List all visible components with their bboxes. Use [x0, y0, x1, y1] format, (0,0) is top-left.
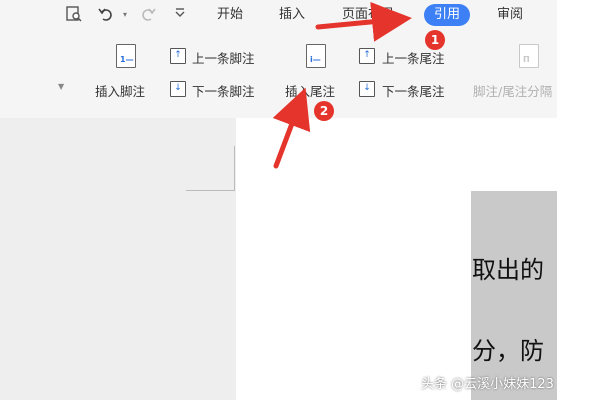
tab-references[interactable]: 引用 [424, 4, 471, 26]
undo-dropdown-icon[interactable]: ▾ [115, 5, 135, 25]
undo-icon[interactable] [96, 5, 116, 25]
document-canvas[interactable]: 取出的 分，防 [0, 118, 557, 400]
crop-mark-vertical [234, 146, 235, 190]
references-ribbon: ▼ 1— 插入脚注 ↑ 上一条脚注 ↓ 下一条脚注 i— 插入尾注 ↑ 上一条尾… [0, 32, 557, 119]
crop-mark-horizontal [186, 190, 235, 191]
tab-review[interactable]: 审阅 [497, 6, 523, 24]
insert-footnote-icon: 1— [116, 44, 136, 68]
ribbon-tab-bar: ▾ 开始 插入 页面布局 引用 审阅 [0, 0, 557, 32]
next-footnote-label: 下一条脚注 [192, 84, 255, 99]
text-selection-highlight [471, 191, 557, 400]
step-1-badge: 1 [425, 30, 445, 50]
next-endnote-icon: ↓ [359, 81, 375, 97]
document-text-line-2[interactable]: 分，防 [472, 331, 544, 366]
redo-icon[interactable] [138, 5, 158, 25]
next-footnote-icon: ↓ [170, 81, 186, 97]
tab-insert[interactable]: 插入 [279, 6, 305, 24]
next-endnote-label: 下一条尾注 [382, 84, 445, 99]
outer-margin [557, 0, 615, 400]
step-2-badge: 2 [314, 101, 334, 121]
prev-endnote-icon: ↑ [359, 48, 375, 64]
watermark: 头条 @云溪小妹妹123 [421, 377, 554, 392]
customize-toolbar-icon[interactable] [170, 5, 190, 25]
tab-page-layout[interactable]: 页面布局 [342, 6, 394, 24]
insert-endnote-icon: i— [306, 44, 326, 68]
insert-endnote-label: 插入尾注 [285, 84, 336, 99]
print-preview-icon[interactable] [64, 5, 84, 25]
insert-footnote-label: 插入脚注 [95, 84, 146, 99]
prev-footnote-icon: ↑ [170, 48, 186, 64]
document-page[interactable]: 取出的 分，防 [236, 118, 557, 400]
footnote-separator-icon: Π [519, 44, 539, 68]
tab-start[interactable]: 开始 [217, 6, 243, 24]
prev-footnote-label: 上一条脚注 [192, 51, 255, 66]
document-text-line-1[interactable]: 取出的 [472, 250, 544, 285]
ribbon-scroll-left-icon[interactable]: ▼ [58, 82, 64, 91]
word-processor-window: ▾ 开始 插入 页面布局 引用 审阅 ▼ 1— 插入脚注 ↑ 上一条脚注 ↓ 下… [0, 0, 557, 400]
prev-endnote-label: 上一条尾注 [382, 51, 445, 66]
footnote-separator-label: 脚注/尾注分隔 [473, 84, 553, 99]
